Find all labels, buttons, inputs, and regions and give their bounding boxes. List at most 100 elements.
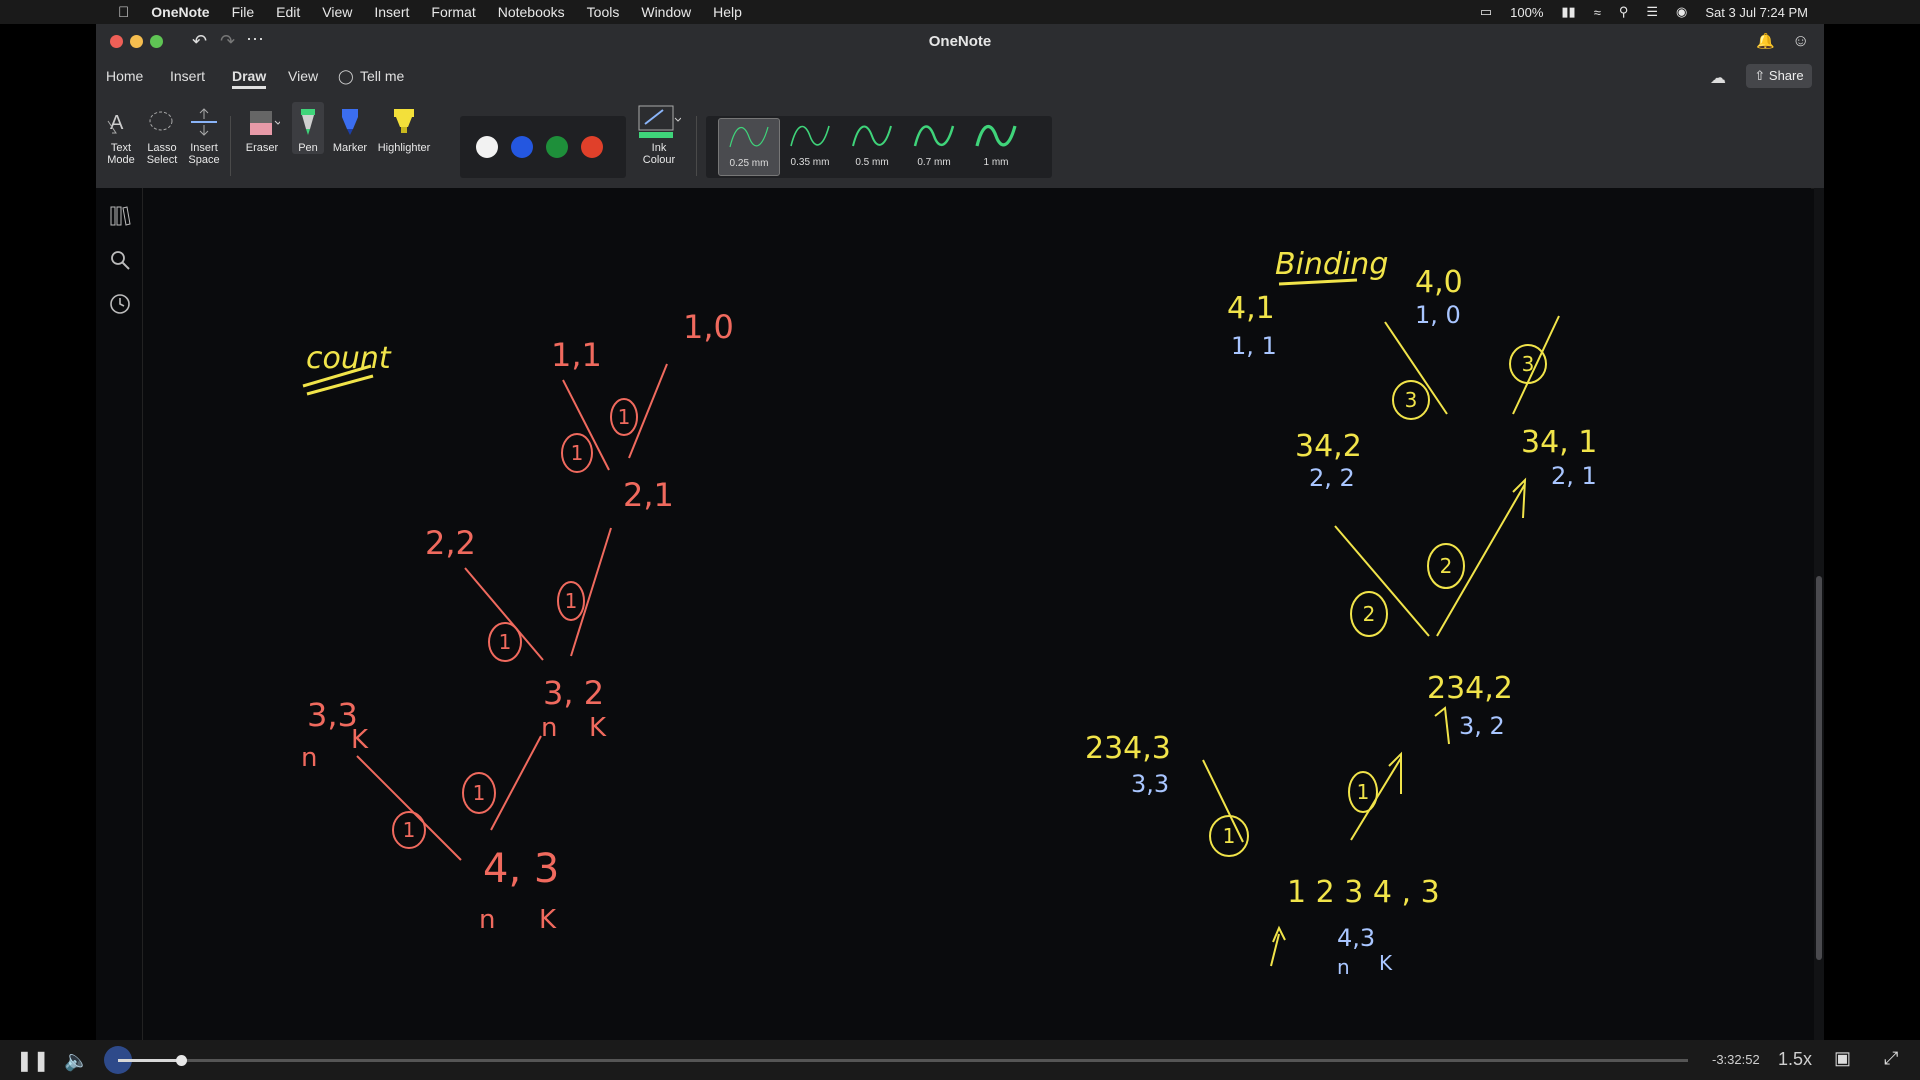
label-n-43: n: [479, 905, 495, 935]
text-mode-icon: A: [107, 112, 124, 134]
screen-right-margin: [1824, 24, 1920, 1040]
node-234-3: 234,3: [1085, 731, 1171, 766]
sync-cloud-icon[interactable]: ☁: [1710, 68, 1726, 88]
color-swatch-blue[interactable]: [511, 136, 533, 158]
pen-size-label: 1 mm: [983, 157, 1009, 168]
ink-drawing[interactable]: count 1,1 1,0 2,1 2,2 3, 2 3,3 4, 3 n K …: [143, 188, 1811, 1040]
canvas-scrollbar[interactable]: [1814, 188, 1824, 1040]
node-4-1: 4,1: [1227, 291, 1275, 326]
video-progress-fill: [118, 1059, 181, 1062]
ink-colour-icon: [638, 105, 681, 138]
menu-app-name[interactable]: OneNote: [151, 4, 209, 20]
cost-label: 1: [565, 589, 578, 613]
siri-icon[interactable]: ◉: [1676, 4, 1687, 20]
notifications-bell-icon[interactable]: 🔔: [1756, 32, 1775, 50]
node-4-0: 4,0: [1415, 265, 1463, 300]
pen-size-option[interactable]: 0.5 mm: [842, 118, 902, 174]
node-sub-2-2: 2, 2: [1309, 464, 1355, 492]
eraser-button[interactable]: Eraser: [240, 102, 284, 154]
volume-icon[interactable]: 🔈: [64, 1048, 89, 1073]
menu-edit[interactable]: Edit: [276, 4, 300, 20]
insert-space-button[interactable]: Insert Space: [184, 102, 224, 166]
feedback-smiley-icon[interactable]: ☺: [1792, 31, 1809, 51]
marker-label: Marker: [332, 142, 368, 154]
note-canvas[interactable]: count 1,1 1,0 2,1 2,2 3, 2 3,3 4, 3 n K …: [143, 188, 1811, 1040]
node-34-2: 34,2: [1295, 429, 1362, 464]
wifi-icon[interactable]: ≈: [1594, 5, 1601, 20]
lasso-icon: [149, 111, 173, 131]
tab-insert[interactable]: Insert: [170, 68, 205, 84]
exit-fullscreen-icon[interactable]: ⤢: [1884, 1048, 1898, 1069]
right-tree-cost-circles: [1209, 344, 1547, 857]
menu-format[interactable]: Format: [431, 4, 475, 20]
menu-insert[interactable]: Insert: [374, 4, 409, 20]
lasso-select-button[interactable]: Lasso Select: [142, 102, 182, 166]
onenote-window: ↶ ↷ ⋯ OneNote 🔔 ☺ Home Insert Draw View …: [96, 24, 1824, 1040]
time-remaining: -3:32:52: [1712, 1052, 1760, 1067]
pen-label: Pen: [298, 142, 318, 154]
cost-label: 1: [618, 405, 631, 429]
cost-label: 1: [1357, 780, 1370, 804]
picture-in-picture-icon[interactable]: ▣: [1834, 1048, 1851, 1069]
pen-stroke-icon: [790, 125, 830, 147]
control-center-icon[interactable]: ☰: [1646, 4, 1658, 20]
menu-clock[interactable]: Sat 3 Jul 7:24 PM: [1705, 5, 1808, 20]
playback-speed[interactable]: 1.5x: [1778, 1049, 1812, 1070]
menu-tools[interactable]: Tools: [587, 4, 620, 20]
menu-window[interactable]: Window: [641, 4, 691, 20]
right-tree-edges: [1202, 315, 1560, 967]
video-progress-knob[interactable]: [175, 1055, 187, 1066]
cost-label: 3: [1522, 352, 1535, 376]
menu-notebooks[interactable]: Notebooks: [498, 4, 565, 20]
pen-size-option[interactable]: 0.25 mm: [718, 118, 780, 176]
tab-draw[interactable]: Draw: [232, 68, 267, 89]
marker-button[interactable]: Marker: [330, 102, 370, 154]
menu-file[interactable]: File: [232, 4, 255, 20]
eraser-label: Eraser: [245, 142, 279, 154]
scrollbar-thumb[interactable]: [1816, 576, 1822, 960]
node-sub-4-3: 4,3: [1337, 924, 1375, 952]
color-swatch-green[interactable]: [546, 136, 568, 158]
text-mode-button[interactable]: A Text Mode: [104, 102, 138, 166]
color-swatch-red[interactable]: [581, 136, 603, 158]
ink-colour-label: Ink Colour: [642, 142, 676, 166]
ribbon-separator: [230, 116, 231, 176]
tell-me-search[interactable]: Tell me: [360, 68, 404, 84]
node-234-2: 234,2: [1427, 671, 1513, 706]
cost-label: 1: [1223, 824, 1236, 848]
highlighter-button[interactable]: Highlighter: [374, 102, 434, 154]
pen-size-option[interactable]: 0.35 mm: [780, 118, 840, 174]
color-swatch-white[interactable]: [476, 136, 498, 158]
cost-label: 2: [1363, 602, 1376, 626]
battery-icon[interactable]: ▮▮: [1561, 4, 1575, 20]
pen-button[interactable]: Pen: [292, 102, 324, 154]
node-sub-3-2: 3, 2: [1459, 712, 1505, 740]
recent-clock-icon[interactable]: [108, 292, 132, 316]
ribbon-tabs: Home Insert Draw View ◯ Tell me ☁ ⇧ Shar…: [96, 60, 1824, 96]
notebooks-icon[interactable]: [108, 204, 132, 228]
spotlight-search-icon[interactable]: ⚲: [1619, 4, 1629, 20]
pen-icon: [301, 109, 315, 135]
title-bar: ↶ ↷ ⋯ OneNote 🔔 ☺: [96, 24, 1824, 60]
pause-icon[interactable]: ❚❚: [16, 1048, 50, 1073]
status-icon[interactable]: ▭: [1480, 4, 1492, 20]
highlighter-label: Highlighter: [377, 142, 431, 154]
pen-size-option[interactable]: 1 mm: [966, 118, 1026, 174]
menu-view[interactable]: View: [322, 4, 352, 20]
apple-icon[interactable]: : [118, 4, 129, 21]
cost-label: 2: [1440, 554, 1453, 578]
marker-icon: [342, 109, 358, 135]
cost-label: 1: [499, 630, 512, 654]
node-sub-1-0: 1, 0: [1415, 301, 1461, 329]
label-k-43: K: [539, 905, 557, 935]
search-icon[interactable]: [108, 248, 132, 272]
pen-size-option[interactable]: 0.7 mm: [904, 118, 964, 174]
node-sub-2-1: 2, 1: [1551, 462, 1597, 490]
menu-help[interactable]: Help: [713, 4, 742, 20]
cost-label: 3: [1405, 388, 1418, 412]
ink-colour-button[interactable]: Ink Colour: [634, 102, 684, 166]
tab-home[interactable]: Home: [106, 68, 143, 84]
share-button[interactable]: ⇧ Share: [1746, 64, 1812, 88]
video-progress-track[interactable]: [118, 1055, 1688, 1066]
tab-view[interactable]: View: [288, 68, 318, 84]
